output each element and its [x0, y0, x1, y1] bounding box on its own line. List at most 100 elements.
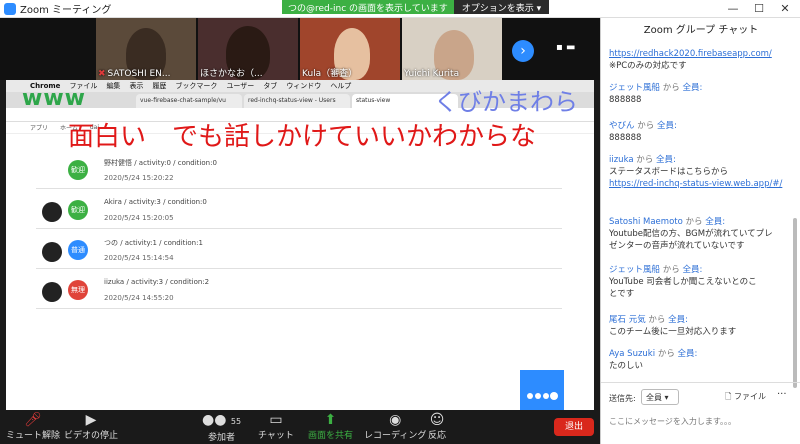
record-button[interactable]: ◉ レコーディング: [364, 412, 426, 441]
smiley-icon: ☺: [429, 412, 445, 428]
chat-text: ゼンターの音声が流れていないです: [609, 241, 745, 251]
close-button[interactable]: ✕: [772, 0, 798, 18]
participant-name: SATOSHI EN...: [107, 69, 171, 79]
chat-footer: 送信先: 全員 ▾ 🗋︎ ファイル ···: [601, 382, 800, 444]
avatar: [42, 242, 62, 262]
chat-sender[interactable]: ジェット風船: [609, 83, 660, 93]
gallery-controls[interactable]: ▪ ▬: [556, 42, 575, 53]
more-options-button[interactable]: ···: [777, 389, 787, 400]
chat-text: 888888: [609, 133, 642, 143]
chat-scrollbar[interactable]: [793, 218, 797, 388]
reactions-button[interactable]: ☺ 反応: [428, 412, 446, 441]
leave-button[interactable]: 退出: [554, 418, 594, 436]
status-badge: 無理: [68, 280, 88, 300]
chat-title: Zoom グループ チャット: [643, 25, 759, 36]
chat-text: YouTube 司会者しか聞こえないとのこ: [609, 277, 757, 287]
bookmark: アプリ: [30, 125, 49, 132]
recipient-select[interactable]: 全員 ▾: [641, 389, 679, 405]
chat-message: 尾石 元気 から 全員: このチーム後に一旦対応入ります: [609, 314, 785, 338]
chat-message: iizuka から 全員: ステータスボードはこちらから https://red…: [609, 154, 785, 190]
share-screen-button[interactable]: ⬆ 画面を共有: [308, 412, 353, 441]
share-status-text: つの@red-inc の画面を表示しています: [282, 0, 454, 14]
status-entry: 普通 つの / activity:1 / condition:1 2020/5/…: [6, 234, 594, 274]
menu-item: タブ: [263, 82, 278, 90]
chat-text: たのしい: [609, 361, 644, 371]
chat-message: ジェット風船 から 全員: YouTube 司会者しか聞こえないとのこ とです: [609, 264, 785, 300]
file-icon: 🗋︎: [725, 392, 732, 401]
menu-item: ユーザー: [226, 82, 255, 90]
view-options-button[interactable]: オプションを表示 ▾: [453, 0, 550, 14]
entry-timestamp: 2020/5/24 15:20:05: [104, 214, 174, 222]
shared-screen: Chrome ファイル 編集 表示 履歴 ブックマーク ユーザー タブ ウィンド…: [6, 80, 594, 410]
participants-button[interactable]: ●● 55 参加者: [202, 412, 241, 443]
share-banner: つの@red-inc の画面を表示しています オプションを表示 ▾: [282, 0, 550, 14]
chat-button[interactable]: ▭ チャット: [258, 412, 294, 441]
status-badge: 歓迎: [68, 200, 88, 220]
status-entry: 無理 iizuka / activity:3 / condition:2 202…: [6, 274, 594, 314]
chat-text: Youtube配信の方、BGMが流れていてプレ: [609, 229, 773, 239]
next-page-button[interactable]: ›: [512, 40, 534, 62]
muted-mic-icon: 🎤︎: [24, 412, 42, 428]
stop-video-button[interactable]: ▶ ビデオの停止: [64, 412, 118, 441]
chat-sender[interactable]: やびん: [609, 121, 635, 131]
chat-input[interactable]: [609, 409, 793, 433]
chat-sender[interactable]: Satoshi Maemoto: [609, 217, 683, 227]
maximize-button[interactable]: ☐: [746, 0, 772, 18]
chat-message: Aya Suzuki から 全員: たのしい: [609, 348, 785, 372]
chat-text: とです: [609, 289, 635, 299]
participant-name: ほさかなお（...: [200, 69, 263, 79]
record-icon: ◉: [389, 412, 402, 428]
share-screen-icon: ⬆: [324, 412, 337, 428]
chat-message: ジェット風船 から 全員: 888888: [609, 82, 785, 106]
browser-tab: vue-firebase-chat-sample/vu: [136, 94, 242, 108]
chat-sender[interactable]: 尾石 元気: [609, 315, 646, 325]
entry-info: Akira / activity:3 / condition:0: [104, 198, 207, 206]
file-button[interactable]: 🗋︎ ファイル: [725, 391, 766, 405]
annotation-blue: くびかまわら: [434, 88, 578, 116]
entry-info: つの / activity:1 / condition:1: [104, 239, 203, 247]
chat-text: ※PCのみの対応です: [609, 61, 687, 71]
entry-info: iizuka / activity:3 / condition:2: [104, 278, 210, 286]
annotation-red: 面白い でも話しかけていいかわからな: [68, 122, 537, 152]
status-entry: 歓迎 Akira / activity:3 / condition:0 2020…: [6, 194, 594, 234]
video-tile[interactable]: Kula（審査）: [300, 18, 400, 80]
chat-panel: Zoom グループ チャット https://redhack2020.fireb…: [600, 18, 800, 444]
video-tile[interactable]: ✖ SATOSHI EN...: [96, 18, 196, 80]
entry-timestamp: 2020/5/24 15:20:22: [104, 174, 174, 182]
participant-name: Kula（審査）: [302, 69, 358, 79]
chat-message: やびん から 全員: 888888: [609, 120, 785, 144]
chat-sender[interactable]: iizuka: [609, 155, 634, 165]
participant-name: Yuichi Kurita: [404, 69, 460, 79]
window-title: Zoom ミーティング: [20, 5, 112, 16]
chat-messages: https://redhack2020.firebaseapp.com/ ※PC…: [601, 44, 793, 380]
video-tile[interactable]: Yuichi Kurita: [402, 18, 502, 80]
status-badge: 普通: [68, 240, 88, 260]
menu-item: 表示: [129, 82, 144, 90]
send-to-label: 送信先:: [609, 394, 636, 403]
unmute-button[interactable]: 🎤︎ ミュート解除: [6, 412, 60, 441]
menu-item: 編集: [106, 82, 121, 90]
chat-text: 888888: [609, 95, 642, 105]
chat-text: このチーム後に一旦対応入ります: [609, 327, 737, 337]
minimize-button[interactable]: —: [720, 0, 746, 18]
chat-link[interactable]: https://red-inchq-status-view.web.app/#/: [609, 178, 785, 190]
chat-sender[interactable]: Aya Suzuki: [609, 349, 655, 359]
chat-icon: ▭: [269, 412, 283, 428]
menu-item: 履歴: [152, 82, 167, 90]
chat-link[interactable]: https://redhack2020.firebaseapp.com/: [609, 48, 785, 60]
chat-text: ステータスボードはこちらから: [609, 167, 729, 177]
zoom-logo-icon: [520, 370, 564, 410]
chat-sender[interactable]: ジェット風船: [609, 265, 660, 275]
video-strip: ✖ SATOSHI EN... ほさかなお（... Kula（審査） Yuichi…: [0, 18, 600, 80]
video-camera-icon: ▶: [85, 412, 97, 428]
status-entry: 歓迎 野村健悟 / activity:0 / condition:0 2020/…: [6, 154, 594, 194]
meeting-toolbar: 🎤︎ ミュート解除 ▶ ビデオの停止 ●● 55 参加者 ▭ チャット ⬆ 画面を共有 ◉…: [0, 410, 600, 444]
menu-item: ブックマーク: [175, 82, 218, 90]
entry-info: 野村健悟 / activity:0 / condition:0: [104, 159, 217, 167]
browser-tab: red-inchq-status-view - Users: [244, 94, 350, 108]
avatar: [42, 202, 62, 222]
video-tile[interactable]: ほさかなお（...: [198, 18, 298, 80]
entry-timestamp: 2020/5/24 14:55:20: [104, 294, 174, 302]
menu-item: ヘルプ: [330, 82, 352, 90]
muted-mic-icon: ✖: [98, 69, 106, 79]
